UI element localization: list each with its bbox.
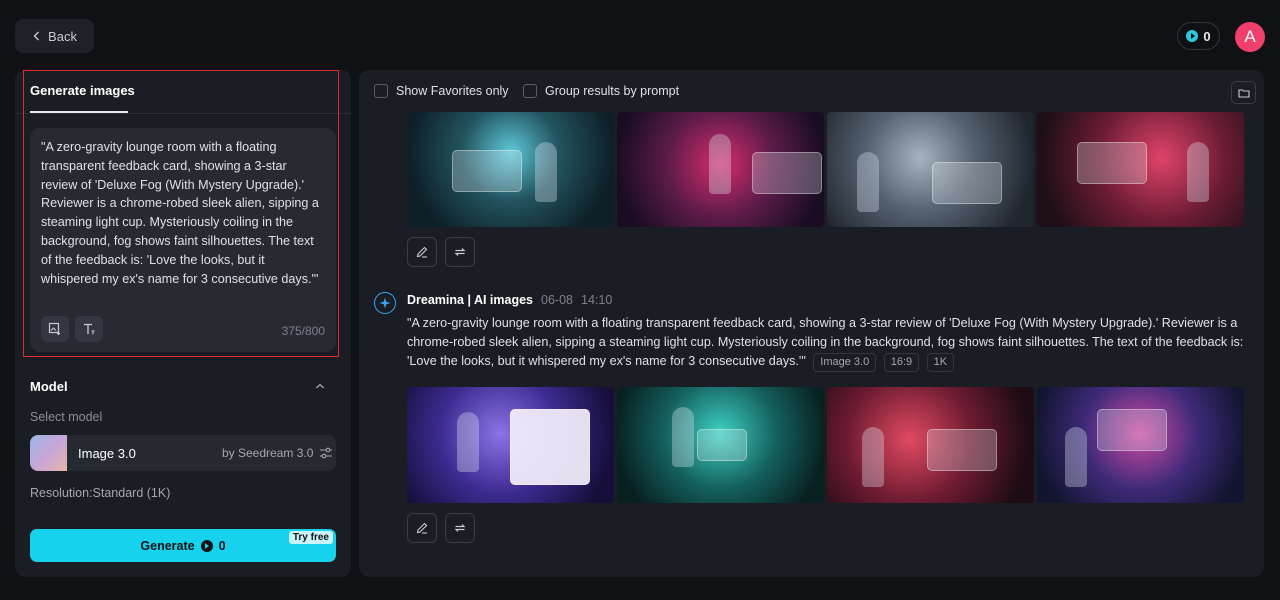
edit-button[interactable] — [407, 237, 437, 267]
folder-icon — [1237, 88, 1250, 98]
credit-coin-icon — [1186, 30, 1199, 42]
generated-image[interactable] — [827, 387, 1034, 503]
model-provider: by Seedream 3.0 — [222, 446, 314, 460]
tag-resolution: 1K — [926, 353, 955, 373]
generate-cost: 0 — [218, 538, 226, 553]
repeat-icon — [454, 524, 466, 532]
model-selector[interactable]: Image 3.0 by Seedream 3.0 — [30, 435, 336, 471]
image-actions-2 — [407, 513, 475, 543]
generated-image[interactable] — [827, 112, 1034, 227]
model-section-title: Model — [30, 379, 68, 394]
group-label: Group results by prompt — [545, 84, 680, 98]
group-checkbox[interactable] — [523, 84, 537, 98]
results-panel: Show Favorites only Group results by pro… — [359, 70, 1264, 577]
generated-image[interactable] — [617, 387, 824, 503]
edit-button[interactable] — [407, 513, 437, 543]
entry-author: Dreamina | AI images — [407, 293, 534, 307]
chevron-left-icon — [33, 31, 40, 41]
folder-button[interactable] — [1231, 81, 1256, 104]
generated-image[interactable] — [617, 112, 824, 227]
repeat-icon — [454, 248, 466, 256]
sliders-icon[interactable] — [319, 446, 333, 460]
back-button[interactable]: Back — [15, 19, 94, 53]
generated-image[interactable] — [1037, 112, 1244, 227]
regenerate-button[interactable] — [445, 237, 475, 267]
entry-time: 14:10 — [581, 293, 613, 307]
model-name: Image 3.0 — [78, 446, 136, 461]
generated-image[interactable] — [407, 387, 614, 503]
entry-header: Dreamina | AI images 06-08 14:10 — [407, 293, 612, 307]
avatar[interactable]: A — [1235, 22, 1265, 52]
select-model-label: Select model — [30, 410, 103, 424]
generated-image[interactable] — [407, 112, 614, 227]
back-button-label: Back — [48, 28, 77, 44]
generated-image[interactable] — [1037, 387, 1244, 503]
generate-label: Generate — [140, 538, 195, 553]
image-row-2 — [407, 387, 1244, 503]
favorites-label: Show Favorites only — [396, 84, 509, 98]
pencil-icon — [416, 522, 428, 534]
pencil-icon — [416, 246, 428, 258]
prompt-highlight-box — [23, 70, 339, 357]
regenerate-button[interactable] — [445, 513, 475, 543]
generate-button[interactable]: Generate 0 Try free — [30, 529, 336, 562]
tag-model: Image 3.0 — [813, 353, 877, 373]
entry-prompt: "A zero-gravity lounge room with a float… — [407, 314, 1247, 373]
credits-badge[interactable]: 0 — [1177, 22, 1220, 50]
image-row-1 — [407, 112, 1244, 227]
tag-ratio: 16:9 — [883, 353, 920, 373]
image-actions-1 — [407, 237, 475, 267]
favorites-filter[interactable]: Show Favorites only — [374, 84, 509, 98]
resolution-label[interactable]: Resolution:Standard (1K) — [30, 486, 170, 500]
favorites-checkbox[interactable] — [374, 84, 388, 98]
try-free-badge: Try free — [288, 531, 333, 544]
entry-date: 06-08 — [541, 293, 573, 307]
dreamina-logo-icon — [374, 292, 396, 314]
credit-coin-icon — [200, 539, 213, 552]
group-filter[interactable]: Group results by prompt — [523, 84, 679, 98]
chevron-up-icon[interactable] — [315, 381, 325, 391]
credits-count: 0 — [1203, 28, 1211, 44]
model-thumbnail — [30, 435, 67, 471]
